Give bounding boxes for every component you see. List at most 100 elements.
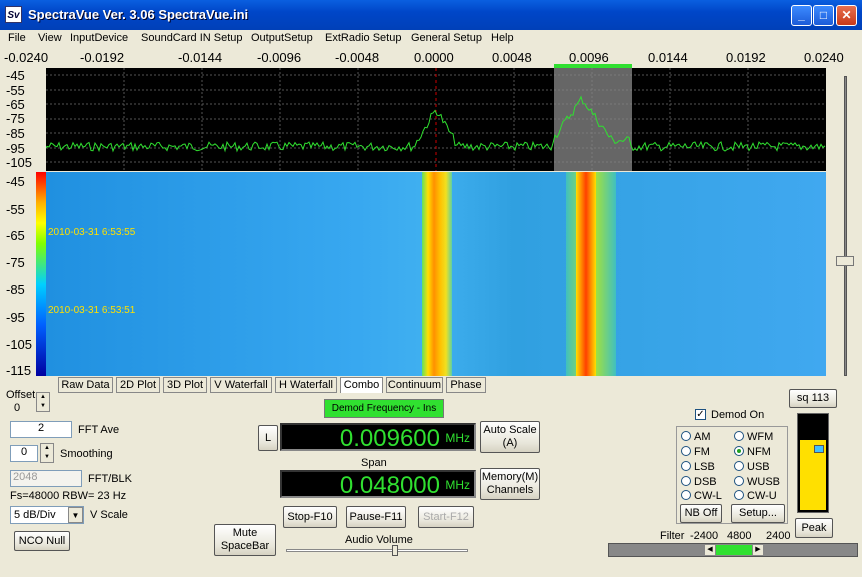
tab-raw-data[interactable]: Raw Data — [58, 377, 113, 393]
spectrum-db-tick: -105 — [6, 155, 33, 170]
waterfall-db-tick: -105 — [6, 337, 33, 352]
filter-high: 2400 — [766, 530, 791, 542]
mute-button[interactable]: Mute SpaceBar — [214, 524, 276, 556]
span-unit: MHz — [445, 478, 470, 492]
audio-volume-thumb[interactable] — [391, 545, 398, 556]
radio-lsb[interactable]: LSB — [681, 461, 715, 473]
minimize-button[interactable]: _ — [791, 5, 812, 26]
frequency-axis: -0.0240 -0.0192 -0.0144 -0.0096 -0.0048 … — [0, 48, 862, 68]
menu-bar: File View InputDevice SoundCard IN Setup… — [0, 30, 862, 48]
spectrum-db-tick: -45 — [6, 68, 25, 83]
spectrum-db-tick: -75 — [6, 111, 25, 126]
menu-general-setup[interactable]: General Setup — [411, 32, 482, 44]
auto-scale-button[interactable]: Auto Scale (A) — [480, 421, 540, 453]
fft-ave-label: FFT Ave — [78, 424, 120, 436]
offset-stepper[interactable]: ▲ ▼ — [36, 392, 50, 412]
smoothing-stepper[interactable]: ▲ ▼ — [40, 443, 54, 463]
menu-inputdevice[interactable]: InputDevice — [70, 32, 128, 44]
start-button: Start-F12 — [418, 506, 474, 528]
l-button[interactable]: L — [258, 425, 278, 451]
filter-passband[interactable] — [716, 545, 752, 555]
tab-continuum[interactable]: Continuum — [386, 377, 443, 393]
peak-button[interactable]: Peak — [795, 518, 833, 538]
span-label: Span — [361, 457, 387, 469]
freq-tick: 0.0048 — [492, 50, 532, 65]
radio-am[interactable]: AM — [681, 431, 711, 443]
spectrum-db-tick: -65 — [6, 97, 25, 112]
radio-cw-l[interactable]: CW-L — [681, 490, 722, 502]
maximize-button[interactable]: □ — [813, 5, 834, 26]
spectrum-svg — [46, 68, 826, 171]
radio-usb[interactable]: USB — [734, 461, 770, 473]
squelch-thumb[interactable] — [814, 445, 824, 453]
freq-tick: 0.0000 — [414, 50, 454, 65]
waterfall-timestamp: 2010-03-31 6:53:55 — [48, 227, 136, 238]
stop-button[interactable]: Stop-F10 — [283, 506, 337, 528]
freq-tick: -0.0096 — [257, 50, 302, 65]
radio-fm[interactable]: FM — [681, 446, 710, 458]
vertical-slider-thumb[interactable] — [836, 256, 854, 266]
filter-slider[interactable]: ◀ ▶ — [608, 543, 858, 557]
app-icon: Sv — [5, 6, 22, 23]
spectrum-db-tick: -85 — [6, 126, 25, 141]
radio-nfm[interactable]: NFM — [734, 446, 771, 458]
offset-label: Offset — [6, 389, 36, 401]
pause-button[interactable]: Pause-F11 — [346, 506, 406, 528]
window-title: SpectraVue Ver. 3.06 SpectraVue.ini — [28, 7, 249, 22]
fft-blk-label: FFT/BLK — [88, 473, 133, 485]
fs-rbw-readout: Fs=48000 RBW= 23 Hz — [10, 490, 127, 502]
tab-2d-plot[interactable]: 2D Plot — [116, 377, 160, 393]
waterfall-color-scale — [36, 172, 46, 376]
menu-help[interactable]: Help — [491, 32, 514, 44]
freq-tick: -0.0048 — [335, 50, 380, 65]
fft-ave-input[interactable]: 2 — [10, 421, 72, 438]
demod-frequency-unit: MHz — [445, 431, 470, 445]
radio-wfm[interactable]: WFM — [734, 431, 773, 443]
tab-phase[interactable]: Phase — [446, 377, 486, 393]
squelch-meter — [797, 413, 829, 513]
demod-passband-overlay — [554, 68, 632, 171]
memory-channels-button[interactable]: Memory(M) Channels — [480, 468, 540, 500]
menu-outputsetup[interactable]: OutputSetup — [251, 32, 313, 44]
waterfall-db-tick: -115 — [6, 363, 32, 378]
demod-on-label: Demod On — [711, 409, 765, 421]
waterfall-plot[interactable]: 2010-03-31 6:53:55 2010-03-31 6:53:51 — [46, 172, 826, 376]
vscale-label: V Scale — [90, 509, 128, 521]
radio-dsb[interactable]: DSB — [681, 476, 717, 488]
filter-width: 4800 — [727, 530, 752, 542]
filter-low: -2400 — [690, 530, 719, 542]
tab-combo[interactable]: Combo — [340, 377, 383, 393]
close-button[interactable]: ✕ — [836, 5, 857, 26]
demod-frequency-display[interactable]: 0.009600 MHz — [280, 423, 476, 452]
filter-left-arrow-icon[interactable]: ◀ — [705, 545, 715, 555]
setup-button[interactable]: Setup... — [731, 504, 785, 523]
waterfall-db-tick: -75 — [6, 255, 25, 270]
radio-wusb[interactable]: WUSB — [734, 476, 780, 488]
waterfall-db-tick: -85 — [6, 282, 25, 297]
smoothing-label: Smoothing — [60, 448, 113, 460]
offset-value: 0 — [14, 402, 21, 414]
tab-v-waterfall[interactable]: V Waterfall — [210, 377, 272, 393]
nb-off-button[interactable]: NB Off — [680, 504, 722, 523]
span-display[interactable]: 0.048000 MHz — [280, 470, 476, 499]
menu-extradio-setup[interactable]: ExtRadio Setup — [325, 32, 401, 44]
menu-view[interactable]: View — [38, 32, 62, 44]
audio-volume-track — [286, 549, 468, 552]
radio-cw-u[interactable]: CW-U — [734, 490, 777, 502]
smoothing-input[interactable]: 0 — [10, 445, 38, 462]
filter-right-arrow-icon[interactable]: ▶ — [753, 545, 763, 555]
freq-tick: 0.0144 — [648, 50, 688, 65]
audio-volume-label: Audio Volume — [345, 534, 413, 546]
demod-frequency-label: Demod Frequency - Ins — [324, 399, 444, 418]
nco-null-button[interactable]: NCO Null — [14, 531, 70, 551]
freq-tick: -0.0144 — [178, 50, 223, 65]
spectrum-plot[interactable] — [46, 68, 826, 171]
tab-h-waterfall[interactable]: H Waterfall — [275, 377, 337, 393]
menu-soundcard-in-setup[interactable]: SoundCard IN Setup — [141, 32, 243, 44]
menu-file[interactable]: File — [8, 32, 26, 44]
chevron-down-icon[interactable]: ▼ — [68, 507, 83, 523]
demod-on-checkbox[interactable]: ✓ — [695, 409, 706, 420]
tab-3d-plot[interactable]: 3D Plot — [163, 377, 207, 393]
fft-blk-select[interactable]: 2048 — [10, 470, 82, 487]
squelch-button[interactable]: sq 113 — [789, 389, 837, 408]
